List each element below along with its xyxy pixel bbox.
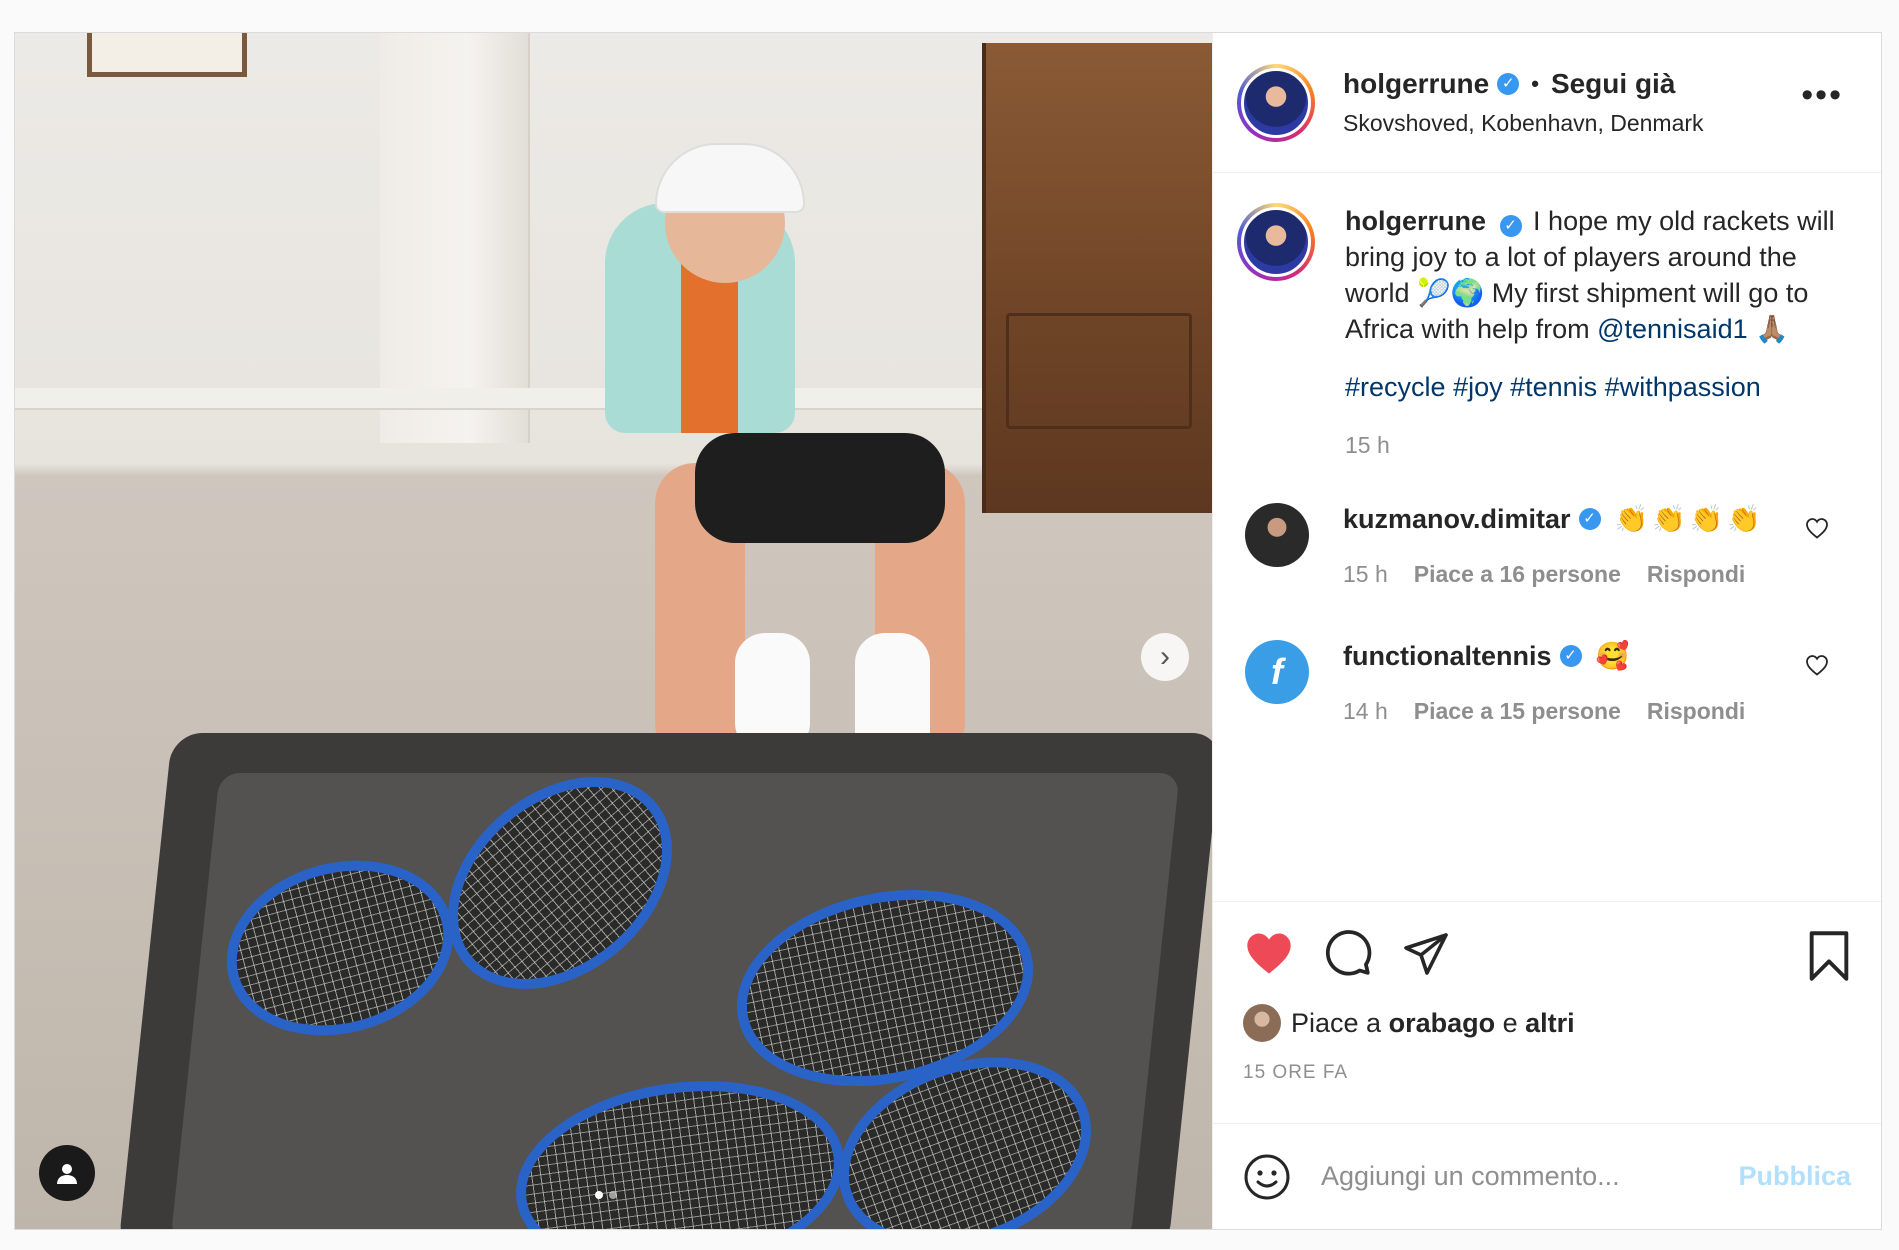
emoji-smiley-icon[interactable] xyxy=(1243,1153,1291,1201)
comment-likes[interactable]: Piace a 15 persone xyxy=(1414,698,1621,725)
caption-entry: holgerrune ✓ I hope my old rackets will … xyxy=(1237,203,1857,463)
verified-badge-icon: ✓ xyxy=(1559,645,1582,667)
post-location[interactable]: Skovshoved, Kobenhavn, Denmark xyxy=(1343,110,1704,137)
publish-button[interactable]: Pubblica xyxy=(1738,1161,1851,1192)
next-slide-button[interactable]: › xyxy=(1141,633,1189,681)
comment-input[interactable] xyxy=(1321,1161,1739,1192)
comment-item: kuzmanov.dimitar ✓ 👏👏👏👏 15 h Piace a 16 … xyxy=(1237,503,1857,588)
chevron-right-icon: › xyxy=(1160,640,1170,673)
commenter-username[interactable]: kuzmanov.dimitar xyxy=(1343,504,1571,535)
likes-prefix: Piace a xyxy=(1291,1007,1382,1038)
comment-text: 👏👏👏👏 xyxy=(1614,504,1766,534)
user-tag-icon xyxy=(57,1164,77,1184)
caption-mention[interactable]: @tennisaid1 xyxy=(1597,314,1748,344)
likes-others-link[interactable]: altri xyxy=(1525,1008,1575,1039)
comment-like-heart-icon[interactable] xyxy=(1805,654,1829,676)
post-sidebar: holgerrune ✓ • Segui già Skovshoved, Kob… xyxy=(1212,33,1881,1229)
comment-bubble-icon[interactable] xyxy=(1323,928,1373,978)
post-photo[interactable]: › xyxy=(15,33,1212,1229)
tagged-users-button[interactable] xyxy=(39,1145,95,1201)
likes-joiner: e xyxy=(1502,1007,1518,1038)
share-send-icon[interactable] xyxy=(1401,929,1451,977)
comments-area: holgerrune ✓ I hope my old rackets will … xyxy=(1213,173,1881,901)
hashtag[interactable]: #tennis xyxy=(1510,372,1597,402)
verified-badge-icon: ✓ xyxy=(1497,73,1520,95)
hashtag[interactable]: #joy xyxy=(1453,372,1503,402)
liker-username[interactable]: orabago xyxy=(1389,1008,1496,1039)
commenter-avatar[interactable] xyxy=(1245,503,1309,567)
liker-avatar[interactable] xyxy=(1243,1004,1281,1042)
caption-text-end: 🙏🏽 xyxy=(1747,314,1789,344)
caption-username[interactable]: holgerrune xyxy=(1345,206,1486,236)
desk xyxy=(982,43,1212,513)
comment-item: f functionaltennis ✓ 🥰 14 h Piace a 15 p… xyxy=(1237,640,1857,725)
save-bookmark-icon[interactable] xyxy=(1807,930,1851,982)
author-username[interactable]: holgerrune xyxy=(1343,68,1489,100)
commenter-username[interactable]: functionaltennis xyxy=(1343,641,1552,672)
post-actions: Piace a orabago e altri 15 ORE FA xyxy=(1213,901,1881,1123)
hashtag[interactable]: #recycle xyxy=(1345,372,1446,402)
person-shorts xyxy=(695,433,945,543)
comment-time: 15 h xyxy=(1343,561,1388,587)
reply-button[interactable]: Rispondi xyxy=(1647,561,1745,588)
like-heart-icon[interactable] xyxy=(1243,929,1295,977)
add-comment-bar: Pubblica xyxy=(1213,1123,1881,1229)
caption-hashtags: #recycle #joy #tennis #withpassion xyxy=(1345,369,1857,405)
carousel-indicator xyxy=(595,1191,617,1199)
comment-likes[interactable]: Piace a 16 persone xyxy=(1414,561,1621,588)
person-cap xyxy=(655,143,805,213)
carousel-dot xyxy=(609,1191,617,1199)
comment-time: 14 h xyxy=(1343,698,1388,724)
wall-frame xyxy=(87,33,247,77)
comment-text: 🥰 xyxy=(1595,641,1634,671)
door xyxy=(380,33,530,443)
caption-author-avatar[interactable] xyxy=(1237,203,1315,281)
reply-button[interactable]: Rispondi xyxy=(1647,698,1745,725)
caption-time: 15 h xyxy=(1345,432,1390,458)
author-avatar[interactable] xyxy=(1237,63,1315,142)
hashtag[interactable]: #withpassion xyxy=(1605,372,1761,402)
verified-badge-icon: ✓ xyxy=(1578,508,1601,530)
post-card: › holgerrune ✓ • Segui già Skovshoved, K… xyxy=(14,32,1882,1230)
comment-like-heart-icon[interactable] xyxy=(1805,517,1829,539)
post-timestamp: 15 ORE FA xyxy=(1243,1062,1349,1083)
post-header: holgerrune ✓ • Segui già Skovshoved, Kob… xyxy=(1213,33,1881,173)
following-button[interactable]: Segui già xyxy=(1551,68,1675,100)
carousel-dot-active xyxy=(595,1191,603,1199)
likes-summary: Piace a orabago e altri xyxy=(1243,1004,1851,1042)
more-options-icon[interactable]: ••• xyxy=(1801,78,1843,112)
verified-badge-icon: ✓ xyxy=(1499,215,1522,237)
separator-dot: • xyxy=(1531,71,1539,96)
commenter-avatar[interactable]: f xyxy=(1245,640,1309,704)
